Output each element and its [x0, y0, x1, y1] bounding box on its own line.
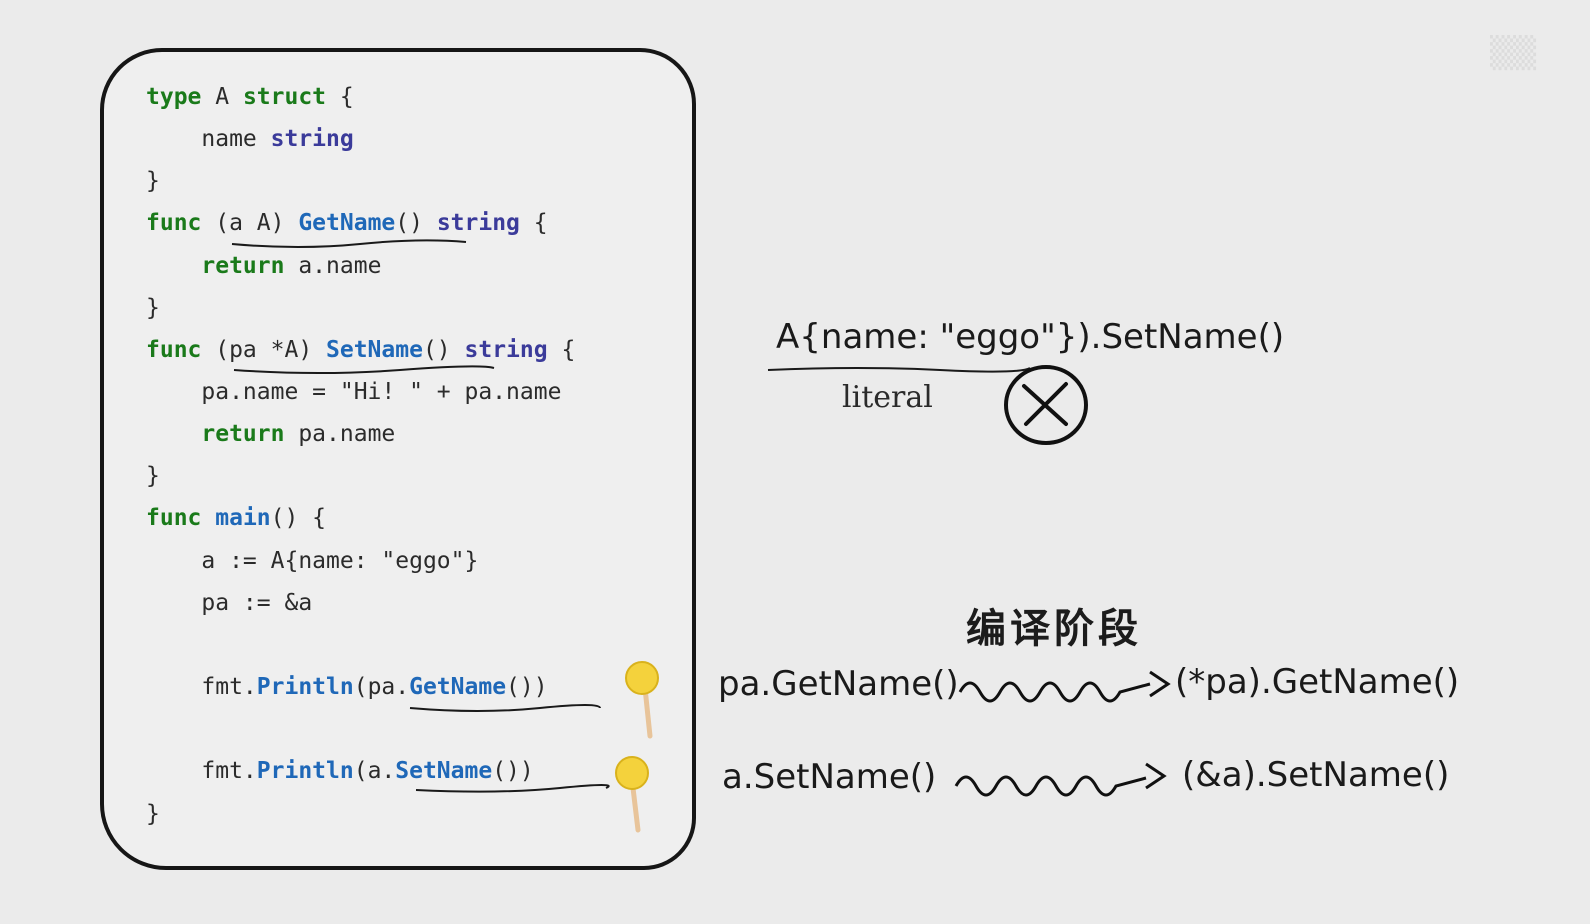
watermark-logo: ▒▒ — [1490, 36, 1537, 71]
phase-title: 编译阶段 — [966, 606, 1142, 652]
row1-right: (*pa).GetName() — [1175, 662, 1460, 702]
error-x-icon — [1004, 365, 1088, 445]
row2-right: (&a).SetName() — [1182, 755, 1450, 795]
row1-left: pa.GetName() — [718, 664, 959, 704]
underline-getname-receiver — [231, 239, 467, 248]
lollipop-icon — [615, 756, 649, 833]
literal-expression: A{name: "eggo"}).SetName() — [776, 317, 1285, 357]
underline-literal — [767, 367, 1031, 373]
wavy-arrow-icon — [958, 670, 1171, 703]
literal-label: literal — [842, 380, 933, 415]
wavy-arrow-icon — [954, 762, 1167, 797]
underline-a-setname — [415, 784, 610, 793]
row2-left: a.SetName() — [722, 757, 937, 797]
underline-setname-receiver — [233, 365, 495, 374]
lollipop-icon — [625, 661, 659, 739]
underline-pa-getname — [409, 704, 601, 712]
